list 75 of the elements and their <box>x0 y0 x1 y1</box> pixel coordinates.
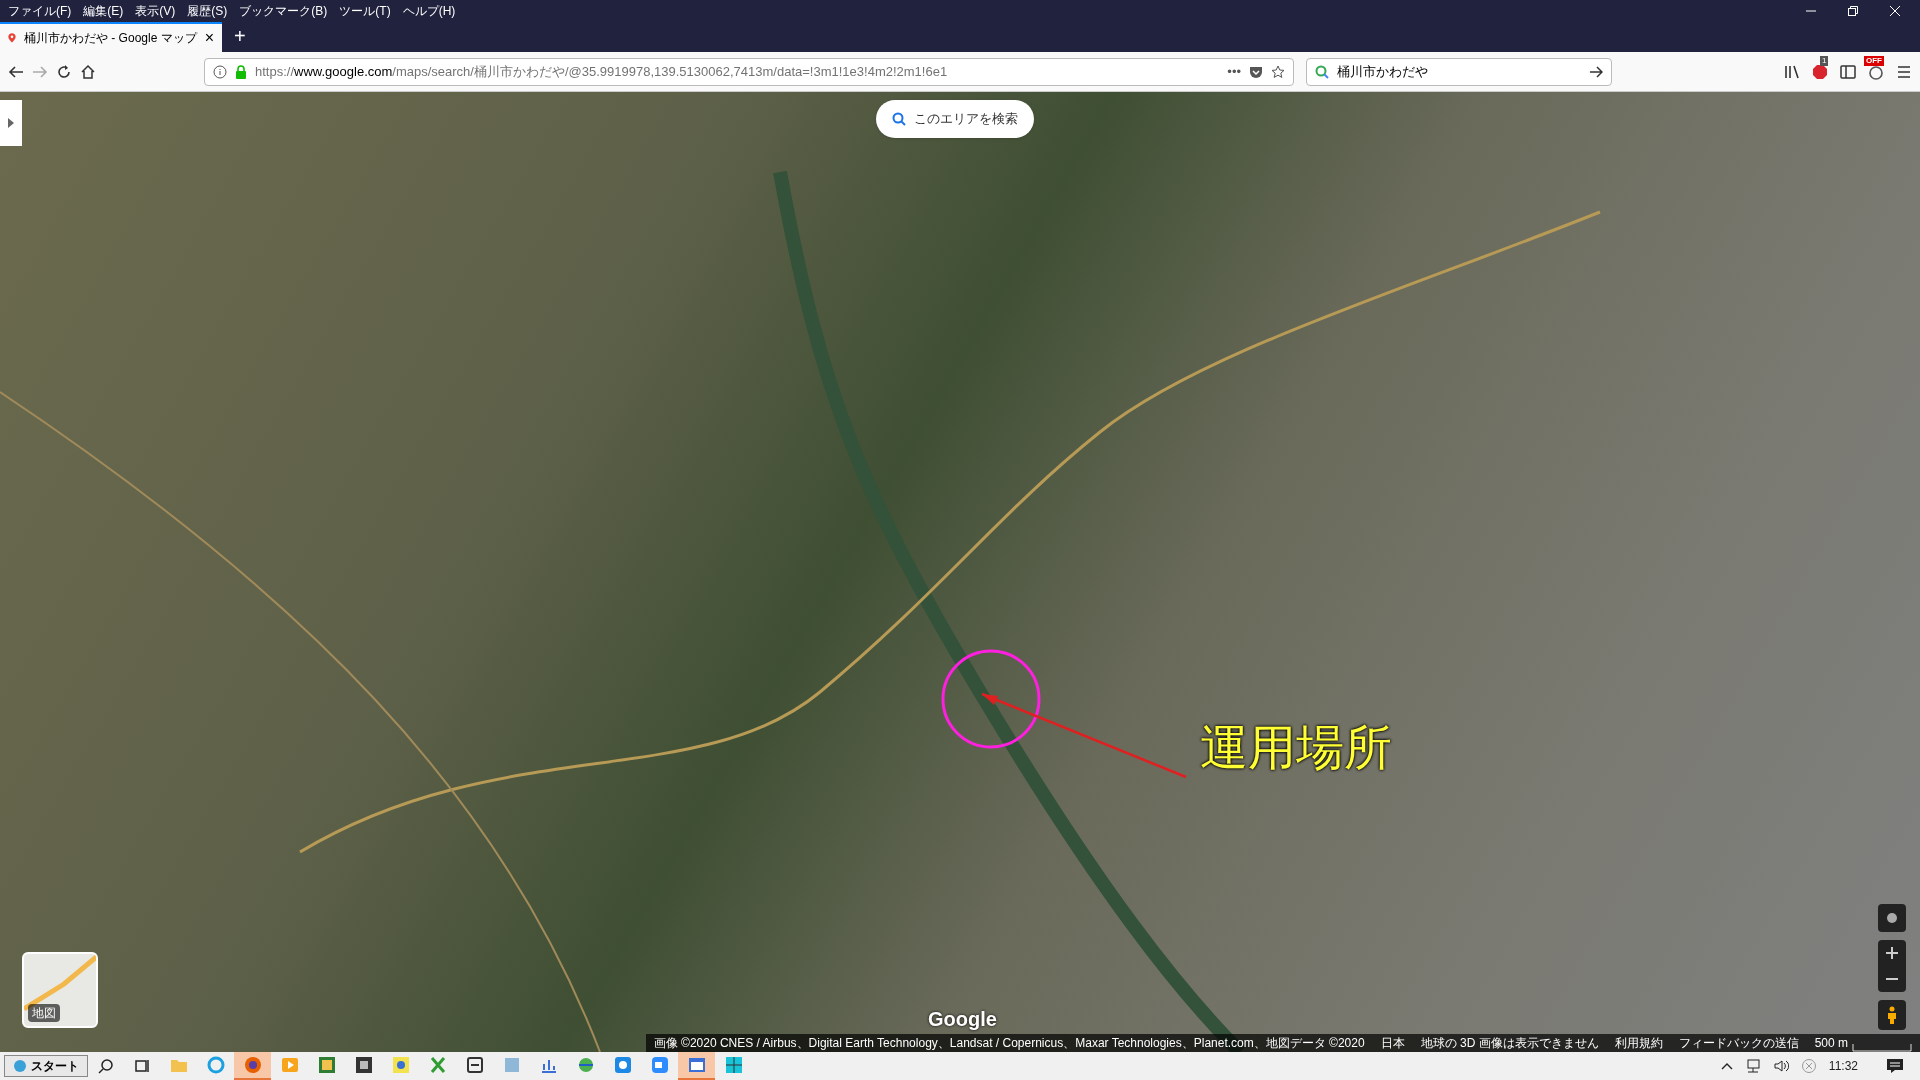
attribution-link[interactable]: フィードバックの送信 <box>1678 1034 1799 1052</box>
menu-item[interactable]: ファイル(F) <box>8 2 72 20</box>
street-view-button[interactable] <box>1878 1000 1906 1030</box>
menu-item[interactable]: ヘルプ(H) <box>402 2 456 20</box>
square-icon <box>354 1056 373 1074</box>
network-icon[interactable] <box>1744 1058 1761 1074</box>
attribution-text: 日本 <box>1380 1035 1405 1052</box>
map-layer-toggle[interactable]: 地図 <box>22 952 98 1028</box>
lock-icon <box>235 64 247 79</box>
map-pin-icon <box>8 31 16 45</box>
taskbar-app-button[interactable] <box>234 1052 271 1080</box>
window-icon <box>687 1056 706 1074</box>
layer-label: 地図 <box>28 1004 60 1022</box>
search-icon <box>1315 64 1329 79</box>
notification-icon[interactable] <box>1886 1058 1904 1074</box>
play-icon <box>280 1056 299 1074</box>
camera-icon <box>613 1056 632 1074</box>
google-logo: Google <box>928 1007 997 1032</box>
restore-icon[interactable] <box>1848 6 1858 16</box>
annotation-label: 運用場所 <box>1200 720 1392 776</box>
menu-item[interactable]: 表示(V) <box>135 2 176 20</box>
stop-sign-icon[interactable] <box>1812 63 1828 80</box>
search-text: 桶川市かわだや <box>1337 62 1429 81</box>
more-actions-button[interactable]: ••• <box>1227 61 1241 82</box>
sidebar-icon[interactable] <box>1840 63 1856 80</box>
browser-tab[interactable]: 桶川市かわだや - Google マップ × <box>0 22 222 52</box>
search-field[interactable]: 桶川市かわだや <box>1306 57 1612 86</box>
search-icon[interactable] <box>98 1058 114 1074</box>
tab-close-button[interactable]: × <box>204 30 214 46</box>
library-icon[interactable] <box>1784 63 1800 80</box>
url-text: https://www.google.com/maps/search/桶川市かわだや/@35.9919978,139.5130062,7413m/data=!3m1!1e3!4m2!2m1!6e1 <box>255 62 949 81</box>
menu-icon[interactable] <box>1896 63 1912 80</box>
box-icon <box>465 1056 484 1074</box>
pocket-icon[interactable] <box>1249 64 1263 79</box>
back-icon[interactable] <box>8 63 24 80</box>
reload-icon[interactable] <box>56 63 72 80</box>
video-camera-icon <box>650 1056 669 1074</box>
search-icon <box>892 112 906 126</box>
notification-badge: 1 <box>1820 55 1829 66</box>
clock-text[interactable]: 11:32 <box>1828 1057 1858 1075</box>
attribution-text: 画像 ©2020 CNES / Airbus、Digital Earth Technology、Landsat / Copernicus、Maxar Technologies、Planet.com、地図データ ©2020 <box>653 1035 1365 1052</box>
sidebar-toggle-button[interactable] <box>0 100 22 146</box>
grid-icon <box>724 1056 743 1074</box>
attribution-text: 地球の 3D 画像は表示できません <box>1420 1035 1599 1052</box>
url-field[interactable]: https://www.google.com/maps/search/桶川市かわだや/@35.9919978,139.5130062,7413m/data=!3m1!1e3!4m2!2m1!6e1 ••• <box>204 57 1294 86</box>
taskbar-app-button[interactable] <box>678 1052 715 1080</box>
menu-item[interactable]: ブックマーク(B) <box>239 2 328 20</box>
plus-icon <box>1886 947 1898 959</box>
person-icon <box>1887 1006 1897 1024</box>
close-icon[interactable] <box>1890 6 1900 16</box>
menu-item[interactable]: 編集(E) <box>83 2 124 20</box>
task-view-icon[interactable] <box>134 1058 150 1074</box>
start-button[interactable]: スタート <box>4 1055 88 1077</box>
scale-label: 500 m <box>1814 1035 1848 1052</box>
new-tab-button[interactable]: + <box>222 22 258 52</box>
picture-icon <box>317 1056 336 1074</box>
info-icon <box>213 64 227 79</box>
location-icon <box>1886 912 1898 924</box>
star-icon[interactable] <box>1271 64 1285 79</box>
caret-right-icon <box>8 118 14 128</box>
tab-title: 桶川市かわだや - Google マップ <box>23 30 197 47</box>
paint-icon <box>391 1056 410 1074</box>
menu-item[interactable]: 履歴(S) <box>187 2 228 20</box>
caret-up-icon[interactable] <box>1720 1062 1733 1070</box>
off-badge: OFF <box>1864 55 1884 66</box>
speaker-icon[interactable] <box>1772 1058 1789 1074</box>
book-icon <box>502 1056 521 1074</box>
menu-item[interactable]: ツール(T) <box>339 2 391 20</box>
home-icon[interactable] <box>80 63 96 80</box>
attribution-link[interactable]: 利用規約 <box>1614 1034 1663 1052</box>
arrow-right-icon[interactable] <box>1589 64 1603 79</box>
my-location-button[interactable] <box>1878 904 1906 932</box>
fox-globe-icon <box>243 1056 262 1074</box>
search-this-area-button[interactable]: このエリアを検索 <box>876 100 1034 138</box>
scale-bar <box>1852 1044 1912 1052</box>
